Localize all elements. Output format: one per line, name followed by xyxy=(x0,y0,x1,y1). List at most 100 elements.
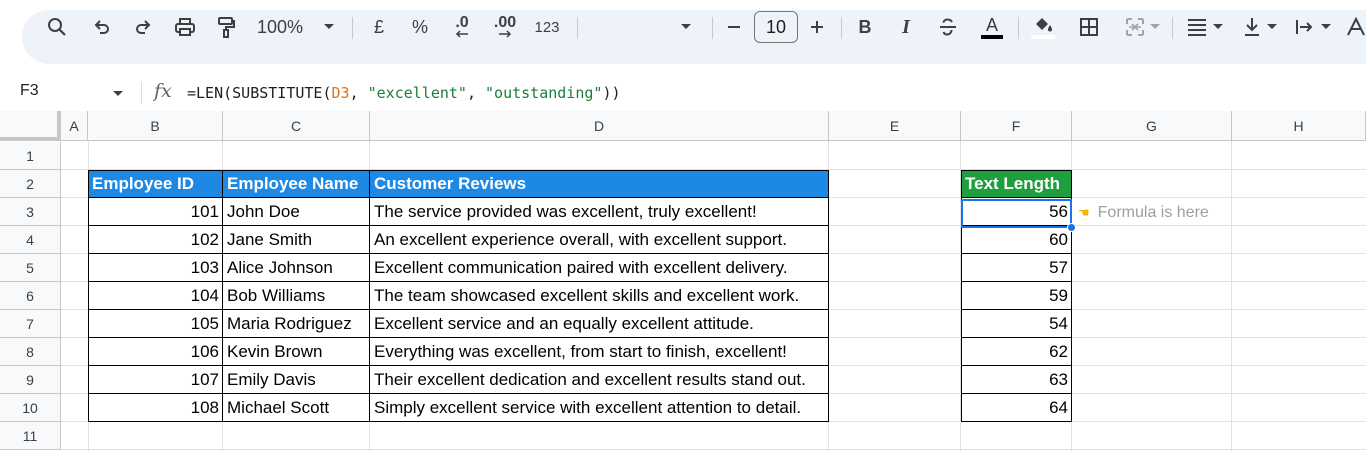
cell-employee-id[interactable]: 103 xyxy=(88,254,223,282)
header-text-length[interactable]: Text Length xyxy=(961,170,1072,198)
zoom-select[interactable]: 100% xyxy=(257,0,347,54)
font-family-dropdown[interactable] xyxy=(678,0,694,54)
row-header-2[interactable]: 2 xyxy=(0,170,61,198)
active-cell-selection[interactable] xyxy=(961,199,1072,228)
cell-customer-review[interactable]: Simply excellent service with excellent … xyxy=(370,394,829,422)
header-employee-id[interactable]: Employee ID xyxy=(88,170,223,198)
cell-employee-id[interactable]: 104 xyxy=(88,282,223,310)
decrease-font-size-button[interactable] xyxy=(723,0,745,54)
cell-employee-name[interactable]: Bob Williams xyxy=(223,282,370,310)
cell-employee-id[interactable]: 106 xyxy=(88,338,223,366)
toolbar-divider xyxy=(352,17,353,39)
increase-font-size-button[interactable] xyxy=(806,0,828,54)
spreadsheet-grid: A B C D E F G H 1 2 3 4 5 6 7 8 9 10 11 … xyxy=(0,111,1366,451)
cell-customer-review[interactable]: The service provided was excellent, trul… xyxy=(370,198,829,226)
text-rotation-button[interactable] xyxy=(1346,0,1366,54)
row-header-7[interactable]: 7 xyxy=(0,310,61,338)
cell-customer-review[interactable]: An excellent experience overall, with ex… xyxy=(370,226,829,254)
cell-employee-name[interactable]: Emily Davis xyxy=(223,366,370,394)
cell-text-length[interactable]: 60 xyxy=(961,226,1072,254)
formula-separator: , xyxy=(466,84,486,102)
row-header-6[interactable]: 6 xyxy=(0,282,61,310)
paint-format-button[interactable] xyxy=(215,0,237,54)
decrease-decimal-button[interactable]: .0 xyxy=(448,0,476,54)
row-header-3[interactable]: 3 xyxy=(0,198,61,226)
cell-employee-id[interactable]: 101 xyxy=(88,198,223,226)
text-wrap-button[interactable] xyxy=(1292,0,1334,54)
cell-customer-review[interactable]: Excellent communication paired with exce… xyxy=(370,254,829,282)
increase-decimal-button[interactable]: .00 xyxy=(490,0,520,54)
select-all-corner[interactable] xyxy=(0,111,61,141)
increase-decimal-label: .00 xyxy=(493,14,517,31)
cell-customer-review[interactable]: Excellent service and an equally excelle… xyxy=(370,310,829,338)
italic-button[interactable]: I xyxy=(896,0,916,54)
borders-button[interactable] xyxy=(1077,0,1101,54)
text-color-button[interactable]: A xyxy=(980,0,1004,54)
row-header-5[interactable]: 5 xyxy=(0,254,61,282)
row-header-4[interactable]: 4 xyxy=(0,226,61,254)
row-header-1[interactable]: 1 xyxy=(0,142,61,170)
font-size-input[interactable]: 10 xyxy=(754,11,798,43)
cell-employee-name[interactable]: Jane Smith xyxy=(223,226,370,254)
row-header-10[interactable]: 10 xyxy=(0,394,61,422)
cell-text-length[interactable]: 64 xyxy=(961,394,1072,422)
function-icon: fx xyxy=(154,80,172,102)
cell-employee-id[interactable]: 102 xyxy=(88,226,223,254)
cell-employee-name[interactable]: John Doe xyxy=(223,198,370,226)
formula-bar-divider xyxy=(141,82,142,104)
cell-employee-id[interactable]: 108 xyxy=(88,394,223,422)
undo-button[interactable] xyxy=(90,0,114,54)
cell-text-length[interactable]: 59 xyxy=(961,282,1072,310)
cell-employee-name[interactable]: Kevin Brown xyxy=(223,338,370,366)
search-button[interactable] xyxy=(44,0,70,54)
cell-employee-name[interactable]: Maria Rodriguez xyxy=(223,310,370,338)
column-header-d[interactable]: D xyxy=(370,111,829,141)
header-customer-reviews[interactable]: Customer Reviews xyxy=(370,170,829,198)
fill-color-button[interactable] xyxy=(1030,0,1056,54)
chevron-down-icon xyxy=(1150,24,1160,29)
column-header-c[interactable]: C xyxy=(223,111,370,141)
column-header-e[interactable]: E xyxy=(829,111,961,141)
formula-string-arg: "outstanding" xyxy=(485,84,603,102)
row-header-11[interactable]: 11 xyxy=(0,422,61,450)
cell-employee-name[interactable]: Michael Scott xyxy=(223,394,370,422)
currency-format-button[interactable]: £ xyxy=(369,0,389,54)
cell-customer-review[interactable]: Everything was excellent, from start to … xyxy=(370,338,829,366)
merge-cells-button[interactable] xyxy=(1119,0,1165,54)
text-wrap-icon xyxy=(1296,20,1313,34)
name-box[interactable]: F3 xyxy=(20,82,39,100)
bold-button[interactable]: B xyxy=(855,0,875,54)
column-header-f[interactable]: F xyxy=(961,111,1072,141)
horizontal-align-button[interactable] xyxy=(1184,0,1226,54)
column-header-b[interactable]: B xyxy=(88,111,223,141)
vertical-align-button[interactable] xyxy=(1240,0,1280,54)
cell-employee-name[interactable]: Alice Johnson xyxy=(223,254,370,282)
column-header-h[interactable]: H xyxy=(1232,111,1366,141)
column-header-a[interactable]: A xyxy=(61,111,88,141)
header-employee-name[interactable]: Employee Name xyxy=(223,170,370,198)
cell-employee-id[interactable]: 105 xyxy=(88,310,223,338)
borders-icon xyxy=(1080,18,1098,36)
row-header-8[interactable]: 8 xyxy=(0,338,61,366)
toolbar-divider xyxy=(1018,17,1019,39)
cell-text-length[interactable]: 62 xyxy=(961,338,1072,366)
formula-string-arg: "excellent" xyxy=(367,84,467,102)
percent-format-button[interactable]: % xyxy=(409,0,431,54)
column-header-g[interactable]: G xyxy=(1072,111,1232,141)
cell-text-length[interactable]: 54 xyxy=(961,310,1072,338)
chevron-down-icon[interactable] xyxy=(112,90,124,97)
formula-input[interactable]: =LEN(SUBSTITUTE(D3, "excellent", "outsta… xyxy=(187,84,621,102)
cell-customer-review[interactable]: Their excellent dedication and excellent… xyxy=(370,366,829,394)
number-format-button[interactable]: 123 xyxy=(532,0,562,54)
strikethrough-button[interactable] xyxy=(936,0,960,54)
cell-employee-id[interactable]: 107 xyxy=(88,366,223,394)
fill-handle[interactable] xyxy=(1067,223,1076,232)
redo-button[interactable] xyxy=(131,0,155,54)
cell-text-length[interactable]: 57 xyxy=(961,254,1072,282)
result-table-border xyxy=(961,281,1072,282)
cell-text-length[interactable]: 63 xyxy=(961,366,1072,394)
print-button[interactable] xyxy=(172,0,198,54)
cell-customer-review[interactable]: The team showcased excellent skills and … xyxy=(370,282,829,310)
row-header-9[interactable]: 9 xyxy=(0,366,61,394)
bold-label: B xyxy=(858,16,872,37)
